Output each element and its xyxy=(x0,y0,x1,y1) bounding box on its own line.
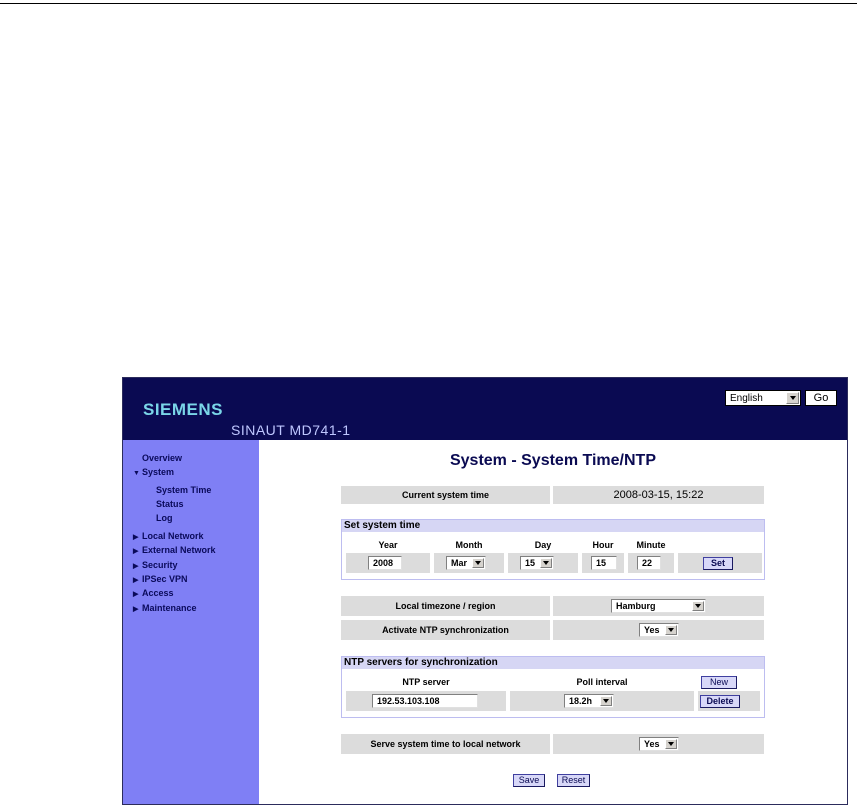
top-rule xyxy=(0,3,857,4)
chevron-down-icon[interactable] xyxy=(600,696,612,706)
chevron-down-icon[interactable] xyxy=(540,558,552,568)
timezone-label: Local timezone / region xyxy=(341,596,550,616)
save-button[interactable]: Save xyxy=(513,774,545,787)
ntp-sync-value: Yes xyxy=(644,625,660,635)
triangle-right-icon: ▶ xyxy=(133,548,139,555)
delete-button[interactable]: Delete xyxy=(700,695,740,708)
poll-interval-value: 18.2h xyxy=(569,696,593,706)
year-header: Year xyxy=(378,540,398,550)
serve-time-value: Yes xyxy=(644,739,660,749)
current-time-label: Current system time xyxy=(341,486,550,504)
set-cell: Set xyxy=(678,553,762,573)
sidebar-item-system[interactable]: ▼ System xyxy=(133,467,174,477)
hour-input[interactable]: 15 xyxy=(591,556,617,570)
month-cell: Mar xyxy=(434,553,504,573)
month-header: Month xyxy=(455,540,483,550)
day-select[interactable]: 15 xyxy=(520,556,554,570)
ntp-server-header: NTP server xyxy=(402,677,450,687)
year-input[interactable]: 2008 xyxy=(368,556,402,570)
sidebar-item-local-network[interactable]: ▶ Local Network xyxy=(133,531,204,541)
sidebar-item-maintenance[interactable]: ▶ Maintenance xyxy=(133,603,197,613)
ntp-sync-select[interactable]: Yes xyxy=(639,623,679,637)
triangle-right-icon: ▶ xyxy=(133,591,139,598)
product-name: SINAUT MD741-1 xyxy=(231,422,351,438)
day-cell: 15 xyxy=(508,553,578,573)
sidebar-item-access[interactable]: ▶ Access xyxy=(133,588,174,598)
ntp-sync-label: Activate NTP synchronization xyxy=(341,620,550,640)
set-time-heading: Set system time xyxy=(342,520,764,532)
serve-time-label: Serve system time to local network xyxy=(341,734,550,754)
triangle-right-icon: ▶ xyxy=(133,577,139,584)
sidebar-item-label: Local Network xyxy=(142,531,204,541)
poll-interval-cell: 18.2h xyxy=(510,691,694,711)
triangle-right-icon: ▶ xyxy=(133,534,139,541)
sidebar-item-label: Access xyxy=(142,588,174,598)
hour-header: Hour xyxy=(592,540,614,550)
sidebar-item-label: System xyxy=(142,467,175,477)
sidebar-item-ipsec-vpn[interactable]: ▶ IPSec VPN xyxy=(133,574,188,584)
sidebar-item-label: IPSec VPN xyxy=(142,574,188,584)
triangle-right-icon: ▶ xyxy=(133,606,139,613)
siemens-logo: SIEMENS xyxy=(143,400,224,419)
header-bar: SIEMENS SINAUT MD741-1 English Go xyxy=(123,378,847,440)
chevron-down-icon[interactable] xyxy=(665,739,677,749)
sidebar-item-label: Status xyxy=(156,499,184,509)
sidebar-item-label: System Time xyxy=(156,485,212,495)
serve-time-cell: Yes xyxy=(553,734,764,754)
sidebar-item-external-network[interactable]: ▶ External Network xyxy=(133,545,216,555)
minute-input[interactable]: 22 xyxy=(637,556,661,570)
sidebar-item-overview[interactable]: Overview xyxy=(133,453,182,463)
ntp-servers-section: NTP servers for synchronization NTP serv… xyxy=(341,656,765,718)
day-value: 15 xyxy=(525,558,536,568)
go-button[interactable]: Go xyxy=(805,390,837,406)
main-content: System - System Time/NTP Current system … xyxy=(259,440,847,804)
set-button[interactable]: Set xyxy=(703,557,733,570)
timezone-select[interactable]: Hamburg xyxy=(611,599,706,613)
sidebar-item-status[interactable]: Status xyxy=(156,499,184,509)
set-time-section: Set system time Year Month Day Hour Minu… xyxy=(341,519,765,580)
sidebar-item-security[interactable]: ▶ Security xyxy=(133,560,178,570)
sidebar-item-log[interactable]: Log xyxy=(156,513,173,523)
sidebar-item-system-time[interactable]: System Time xyxy=(156,485,211,495)
serve-time-select[interactable]: Yes xyxy=(639,737,679,751)
poll-interval-select[interactable]: 18.2h xyxy=(564,694,614,708)
ntp-sync-cell: Yes xyxy=(553,620,764,640)
page-title: System - System Time/NTP xyxy=(449,452,656,469)
app-window: SIEMENS SINAUT MD741-1 English Go Overvi… xyxy=(122,377,848,805)
ntp-servers-heading: NTP servers for synchronization xyxy=(342,657,764,669)
ntp-server-input[interactable]: 192.53.103.108 xyxy=(372,694,478,708)
sidebar: Overview ▼ System System Time Status Log … xyxy=(123,440,259,804)
language-value: English xyxy=(730,393,763,404)
timezone-cell: Hamburg xyxy=(553,596,764,616)
delete-cell: Delete xyxy=(698,691,760,711)
current-time-value: 2008-03-15, 15:22 xyxy=(553,486,764,504)
hour-cell: 15 xyxy=(582,553,624,573)
chevron-down-icon[interactable] xyxy=(472,558,484,568)
year-cell: 2008 xyxy=(346,553,430,573)
sidebar-item-label: Security xyxy=(142,560,178,570)
chevron-down-icon[interactable] xyxy=(692,601,704,611)
minute-header: Minute xyxy=(636,540,666,550)
poll-interval-header: Poll interval xyxy=(576,677,628,687)
triangle-right-icon: ▶ xyxy=(133,563,139,570)
month-value: Mar xyxy=(451,558,468,568)
sidebar-item-label: External Network xyxy=(142,545,216,555)
sidebar-item-label: Log xyxy=(156,513,173,523)
timezone-value: Hamburg xyxy=(616,601,656,611)
new-button[interactable]: New xyxy=(701,676,737,689)
day-header: Day xyxy=(534,540,552,550)
chevron-down-icon[interactable] xyxy=(786,392,799,404)
minute-cell: 22 xyxy=(628,553,674,573)
month-select[interactable]: Mar xyxy=(446,556,486,570)
sidebar-item-label: Maintenance xyxy=(142,603,197,613)
ntp-server-cell: 192.53.103.108 xyxy=(346,691,506,711)
language-select[interactable]: English xyxy=(725,390,801,406)
sidebar-item-label: Overview xyxy=(142,453,183,463)
reset-button[interactable]: Reset xyxy=(557,774,590,787)
triangle-down-icon: ▼ xyxy=(133,470,140,477)
chevron-down-icon[interactable] xyxy=(665,625,677,635)
